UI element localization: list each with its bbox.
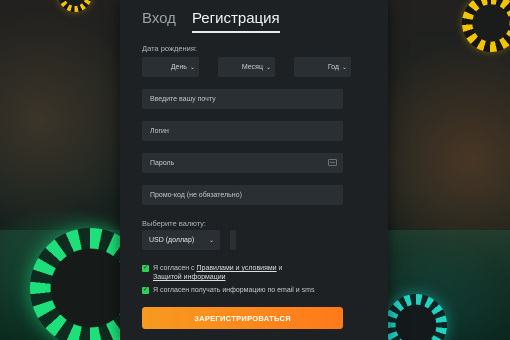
terms-prefix: Я согласен с [153, 265, 195, 272]
currency-label: Выберите валюту: [142, 219, 207, 228]
day-select-value: День [170, 63, 187, 71]
email-placeholder: Введите вашу почту [150, 95, 216, 103]
currency-select[interactable]: USD (доллар) ⌄ [142, 230, 220, 250]
marketing-agreement: ✓ Я согласен получать информацию по emai… [142, 286, 314, 295]
chevron-down-icon: ⌄ [208, 237, 214, 244]
email-field[interactable]: Введите вашу почту [142, 89, 343, 109]
register-button[interactable]: ЗАРЕГИСТРИРОВАТЬСЯ [142, 307, 343, 329]
month-select-value: Месяц [241, 63, 263, 71]
promo-field[interactable]: Промо-код (не обязательно) [142, 185, 343, 205]
yellow-chip-image [462, 0, 510, 52]
currency-value: USD (доллар) [149, 236, 195, 244]
terms-link[interactable]: Правилами и условиями [197, 265, 277, 272]
checkmark-icon: ✓ [142, 265, 149, 271]
login-field[interactable]: Логин [142, 121, 343, 141]
checkmark-icon: ✓ [142, 287, 149, 293]
promo-placeholder: Промо-код (не обязательно) [150, 191, 242, 199]
year-select-value: Год [327, 63, 339, 71]
marketing-text: Я согласен получать информацию по email … [153, 287, 315, 294]
password-placeholder: Пароль [150, 159, 175, 167]
currency-extra-field[interactable] [230, 230, 236, 250]
privacy-link[interactable]: Защитой информации [153, 274, 226, 281]
login-placeholder: Логин [150, 127, 169, 135]
marketing-checkbox[interactable]: ✓ [142, 287, 149, 294]
password-field[interactable]: Пароль [142, 153, 343, 173]
tab-register[interactable]: Регистрация [191, 10, 280, 33]
dob-label: Дата рождения: [142, 44, 197, 53]
terms-middle: и [278, 265, 283, 272]
chevron-down-icon: ⌄ [265, 64, 271, 71]
yellow-chip-image [58, 0, 92, 12]
terms-checkbox[interactable]: ✓ [142, 265, 149, 272]
tab-login[interactable]: Вход [142, 10, 176, 33]
registration-panel: Вход Регистрация Дата рождения: День ⌄ М… [120, 0, 388, 340]
eye-icon[interactable] [328, 159, 337, 166]
terms-text: Я согласен с Правилами и условиями и Защ… [153, 264, 282, 282]
auth-tabs: Вход Регистрация [142, 10, 280, 33]
day-select[interactable]: День ⌄ [142, 57, 199, 77]
chevron-down-icon: ⌄ [341, 64, 347, 71]
month-select[interactable]: Месяц ⌄ [218, 57, 275, 77]
terms-agreement: ✓ Я согласен с Правилами и условиями и З… [142, 264, 282, 282]
chevron-down-icon: ⌄ [189, 64, 195, 71]
dob-row: День ⌄ Месяц ⌄ Год ⌄ [142, 57, 351, 77]
year-select[interactable]: Год ⌄ [294, 57, 351, 77]
